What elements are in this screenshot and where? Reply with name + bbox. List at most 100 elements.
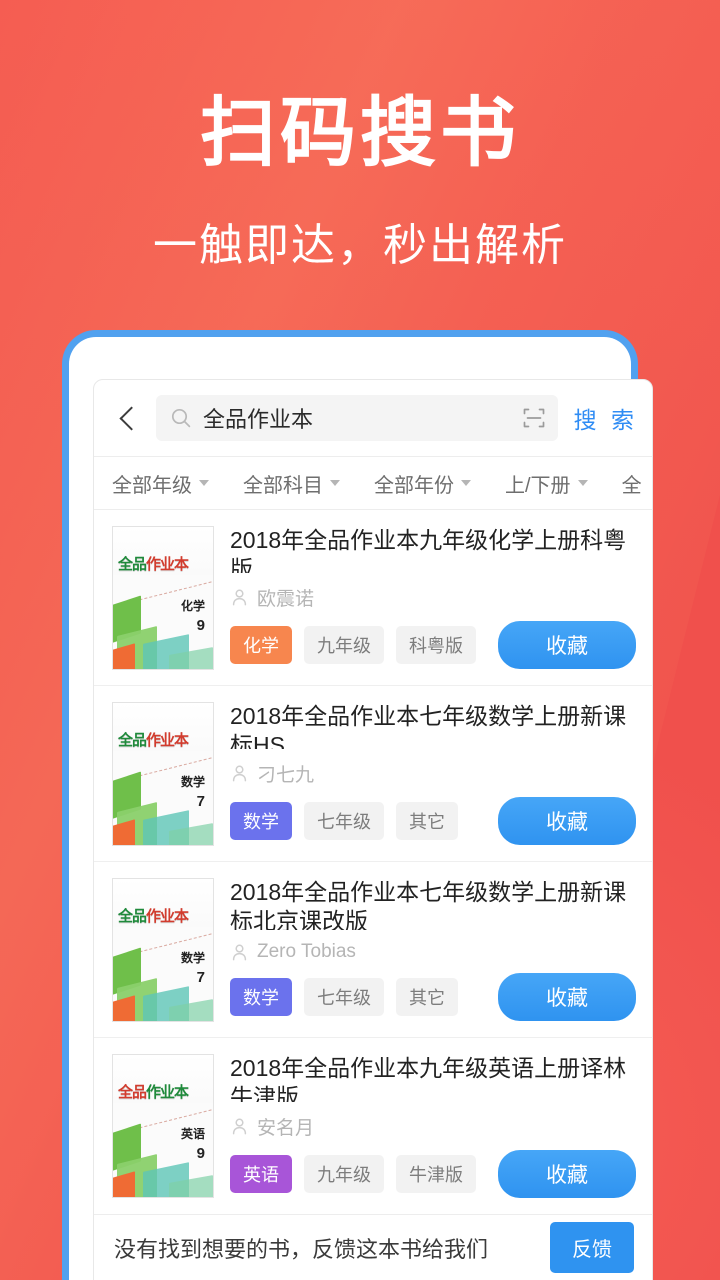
author-row: 刁七九 — [230, 760, 636, 787]
app-screen-card: 全品作业本 搜 索 全部年级 全部科目 全部年份 上/下册全 全品作业本 化学 9 2018… — [93, 379, 653, 1280]
cover-brand-a: 全品 — [118, 732, 147, 749]
filter-item-3[interactable]: 上/下册 — [505, 469, 588, 498]
chevron-left-icon — [119, 405, 144, 431]
cover-brand-text: 全品作业本 — [118, 905, 210, 931]
cover-grade-text: 7 — [196, 969, 205, 986]
filter-item-label: 全部年份 — [374, 474, 454, 497]
filter-item-label: 全部年级 — [112, 474, 192, 497]
search-input[interactable]: 全品作业本 — [156, 395, 558, 441]
result-row-main: 2018年全品作业本九年级英语上册译林牛津版 安名月 英语 九年级 牛津版 收藏 — [214, 1054, 636, 1198]
chevron-down-icon — [461, 480, 471, 486]
chevron-down-icon — [330, 480, 340, 486]
book-cover-thumbnail: 全品作业本化学 9 — [112, 526, 214, 670]
result-row[interactable]: 全品作业本 英语 9 2018年全品作业本九年级英语上册译林牛津版 安名月 英语 九年级 牛津… — [94, 1038, 652, 1214]
tag-subject: 英语 — [230, 1155, 292, 1193]
tag-plain: 牛津版 — [396, 1155, 476, 1193]
cover-grade-text: 9 — [196, 1145, 205, 1162]
cover-brand-a: 全品 — [118, 556, 147, 573]
cover-brand-text: 全品作业本 — [118, 553, 210, 579]
author-name: 刁七九 — [257, 765, 315, 786]
tag-plain: 其它 — [396, 802, 458, 840]
scan-code-icon[interactable] — [522, 406, 546, 430]
tag-subject: 数学 — [230, 978, 292, 1016]
cover-brand-b: 作业本 — [146, 1084, 189, 1101]
favorite-button[interactable]: 收藏 — [498, 621, 636, 669]
favorite-button[interactable]: 收藏 — [498, 797, 636, 845]
tag-subject: 数学 — [230, 802, 292, 840]
tag-plain: 七年级 — [304, 978, 384, 1016]
favorite-button[interactable]: 收藏 — [498, 1150, 636, 1198]
cover-brand-text: 全品作业本 — [118, 1081, 210, 1107]
book-title[interactable]: 2018年全品作业本九年级化学上册科粤版 — [230, 526, 636, 573]
author-name: 安名月 — [257, 1118, 315, 1139]
cover-brand-a: 全品 — [118, 1084, 147, 1101]
cover-subject-text: 数学 — [180, 775, 205, 789]
person-icon — [232, 1118, 247, 1135]
book-title[interactable]: 2018年全品作业本九年级英语上册译林牛津版 — [230, 1054, 636, 1102]
tag-subject: 化学 — [230, 626, 292, 664]
book-cover-thumbnail: 全品作业本数学 7 — [112, 878, 214, 1022]
cover-brand-b: 作业本 — [146, 556, 189, 573]
tag-row: 英语 九年级 牛津版 收藏 — [230, 1140, 636, 1198]
feedback-button[interactable]: 反馈 — [550, 1222, 634, 1273]
tag-plain: 七年级 — [304, 802, 384, 840]
tag-plain: 九年级 — [304, 1155, 384, 1193]
search-icon — [171, 408, 191, 428]
filter-item-label: 上/下册 — [505, 474, 571, 497]
favorite-button[interactable]: 收藏 — [498, 973, 636, 1021]
result-row[interactable]: 全品作业本 数学 7 2018年全品作业本七年级数学上册新课标HS 刁七九 数学 七年级 其它… — [94, 686, 652, 862]
filter-item-4[interactable]: 全 — [622, 469, 642, 498]
book-title[interactable]: 2018年全品作业本七年级数学上册新课标北京课改版 — [230, 878, 636, 930]
author-row: 欧震诺 — [230, 584, 636, 611]
promo-stage: 扫码搜书 一触即达，秒出解析 全品作业本 搜 索 全部年级 全部科目 全部年份 … — [0, 0, 720, 1280]
result-row-main: 2018年全品作业本七年级数学上册新课标HS 刁七九数学 七年级 其它 收藏 — [214, 702, 636, 845]
chevron-down-icon — [577, 480, 588, 486]
cover-brand-a: 全品 — [118, 908, 147, 925]
filter-item-label: 全 — [621, 474, 642, 497]
tag-row: 数学 七年级 其它 收藏 — [230, 787, 636, 845]
filter-bar: 全部年级 全部科目 全部年份 上/下册 全 — [94, 456, 652, 510]
author-row: Zero Tobias — [230, 941, 636, 963]
filter-item-2[interactable]: 全部年份 — [374, 469, 471, 498]
author-name: Zero Tobias — [257, 941, 356, 962]
person-icon — [232, 589, 247, 606]
search-bar: 全品作业本 搜 索 — [94, 380, 652, 456]
filter-item-0[interactable]: 全部年级 — [112, 469, 209, 498]
promo-text-block: 扫码搜书 一触即达，秒出解析 — [0, 96, 720, 268]
tag-row: 数学 七年级 其它 收藏 — [230, 963, 636, 1021]
cover-grade-text: 9 — [196, 617, 205, 634]
back-button[interactable] — [112, 398, 146, 438]
search-input-value: 全品作业本 — [203, 407, 314, 432]
book-title[interactable]: 2018年全品作业本七年级数学上册新课标HS — [230, 702, 636, 749]
result-row-main: 2018年全品作业本九年级化学上册科粤版 欧震诺 化学 九年级 科粤版 收藏 — [214, 526, 636, 669]
tag-row: 化学 九年级 科粤版 收藏 — [230, 611, 636, 669]
result-row-main: 2018年全品作业本七年级数学上册新课标北京课改版 Zero Tobias 数学 七年… — [214, 878, 636, 1021]
cover-brand-b: 作业本 — [146, 908, 189, 925]
person-icon — [232, 765, 247, 782]
feedback-bar: 没有找到想要的书，反馈这本书给我们 反馈 — [94, 1214, 652, 1280]
phone-mockup-frame: 全品作业本 搜 索 全部年级 全部科目 全部年份 上/下册全 全品作业本 化学 9 2018… — [62, 330, 653, 1280]
tag-plain: 其它 — [396, 978, 458, 1016]
search-result-list: 全品作业本 化学 9 2018年全品作业本九年级化学上册科粤版 欧震诺 化学 九年级 科粤版收… — [94, 510, 652, 1214]
promo-subheadline: 一触即达，秒出解析 — [153, 221, 567, 270]
cover-subject-text: 数学 — [180, 951, 205, 965]
promo-headline: 扫码搜书 — [200, 91, 520, 176]
book-cover-thumbnail: 全品作业本数学 7 — [112, 702, 214, 846]
cover-grade-text: 7 — [196, 793, 205, 810]
tag-plain: 九年级 — [304, 626, 384, 664]
book-cover-thumbnail: 全品作业本英语 9 — [112, 1054, 214, 1198]
chevron-down-icon — [199, 480, 209, 486]
result-row[interactable]: 全品作业本 化学 9 2018年全品作业本九年级化学上册科粤版 欧震诺 化学 九年级 科粤版收… — [94, 510, 652, 686]
cover-brand-b: 作业本 — [146, 732, 189, 749]
cover-subject-text: 化学 — [180, 599, 205, 613]
tag-plain: 科粤版 — [396, 626, 476, 664]
result-row[interactable]: 全品作业本数学 7 2018年全品作业本七年级数学上册新课标北京课改版 Zero To… — [94, 862, 652, 1038]
feedback-prompt-text: 没有找到想要的书，反馈这本书给我们 — [114, 1236, 489, 1262]
author-name: 欧震诺 — [257, 589, 315, 610]
author-row: 安名月 — [230, 1113, 636, 1140]
cover-subject-text: 英语 — [180, 1127, 205, 1141]
person-icon — [232, 944, 247, 960]
filter-item-1[interactable]: 全部科目 — [243, 469, 340, 498]
search-submit-button[interactable]: 搜 索 — [558, 401, 652, 435]
filter-item-label: 全部科目 — [243, 474, 323, 497]
